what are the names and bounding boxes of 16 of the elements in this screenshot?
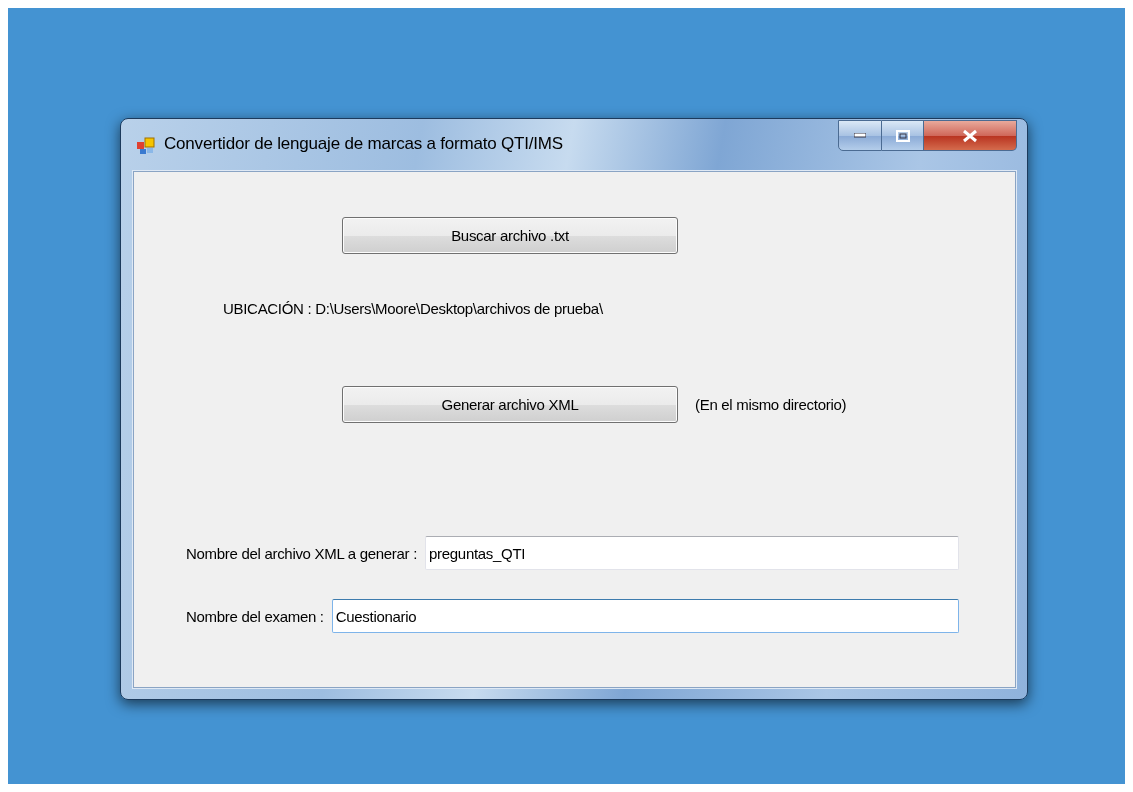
minimize-icon [854,133,866,138]
field-label: Nombre del examen : [186,607,324,625]
window-title: Convertidor de lenguaje de marcas a formato QTI/IMS [164,134,564,154]
location-label: UBICACIÓN : D:\Users\Moore\Desktop\archivos de prueba\ [223,300,604,318]
maximize-icon [895,129,910,142]
maximize-button[interactable] [882,120,924,151]
browse-button[interactable]: Buscar archivo .txt [342,217,678,254]
directory-note: (En el mismo directorio) [695,396,847,413]
generate-button[interactable]: Generar archivo XML [342,386,678,423]
app-icon [136,135,156,155]
close-button[interactable] [924,120,1017,151]
input-field[interactable]: Cuestionario [331,599,959,633]
minimize-button[interactable] [838,120,882,151]
field-label: Nombre del archivo XML a generar : [186,544,418,562]
input-field[interactable]: preguntas_QTI [425,536,959,570]
close-icon [962,128,978,143]
